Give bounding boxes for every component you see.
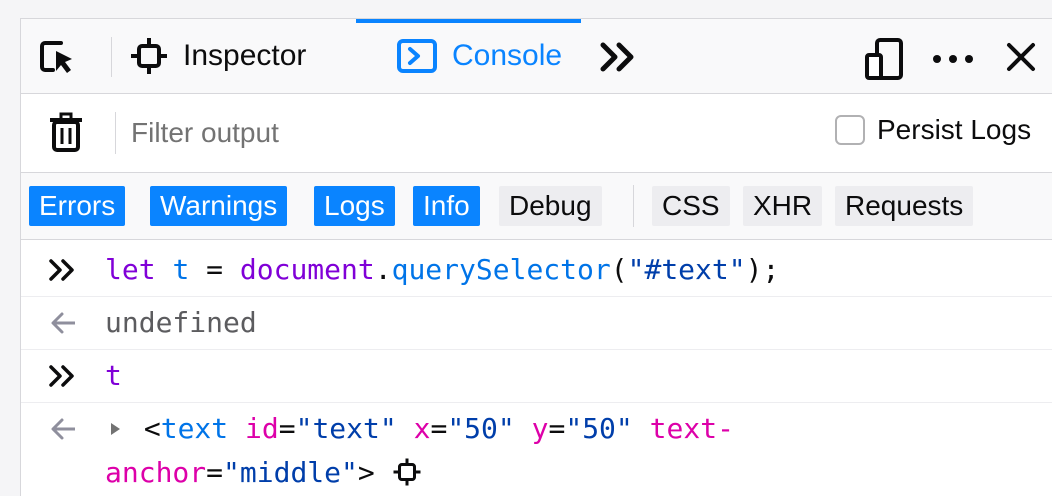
filter-separator <box>115 112 116 154</box>
element-node-line: anchor="middle"> <box>105 451 734 495</box>
console-result-line: undefined <box>21 297 1052 350</box>
element-node-result[interactable]: <text id="text" x="50" y="50" text- anch… <box>105 403 734 495</box>
result-indicator <box>21 403 105 455</box>
console-icon <box>397 39 437 73</box>
options-menu-button[interactable] <box>929 41 977 77</box>
responsive-design-icon <box>865 38 903 80</box>
expand-triangle-icon[interactable] <box>105 419 127 439</box>
close-devtools-button[interactable] <box>1001 37 1041 77</box>
trash-icon <box>50 112 82 152</box>
arrow-left-icon <box>51 418 75 440</box>
input-prompt <box>21 244 105 296</box>
input-prompt <box>21 350 105 402</box>
devtools-toolbar: Inspector Console <box>21 19 1052 94</box>
inspector-icon <box>131 38 167 74</box>
filter-errors-button[interactable]: Errors <box>29 186 126 226</box>
tab-label: Console <box>452 39 563 72</box>
persist-logs-checkbox[interactable] <box>835 115 865 145</box>
result-indicator <box>21 297 105 349</box>
persist-logs-label: Persist Logs <box>877 114 1032 145</box>
filter-requests-button[interactable]: Requests <box>835 186 974 226</box>
console-output: let t = document.querySelector("#text");… <box>21 240 1052 496</box>
devtools-panel: Inspector Console Filter output Persist … <box>20 18 1052 496</box>
element-picker-button[interactable] <box>37 37 77 77</box>
double-chevron-right-icon <box>49 259 74 281</box>
tab-inspector[interactable]: Inspector <box>129 19 306 93</box>
double-chevron-right-icon <box>49 365 74 387</box>
tab-console[interactable]: Console <box>356 19 581 93</box>
element-node-line: <text id="text" x="50" y="50" text- <box>105 407 734 451</box>
persist-logs-toggle[interactable]: Persist Logs <box>835 114 1031 146</box>
clear-console-button[interactable] <box>49 112 83 157</box>
element-picker-icon <box>40 41 72 73</box>
filter-info-button[interactable]: Info <box>413 186 480 226</box>
arrow-left-icon <box>51 312 75 334</box>
double-chevron-right-icon <box>600 42 634 72</box>
level-filter-bar: Errors Warnings Logs Info Debug CSS XHR … <box>21 173 1052 240</box>
input-code: let t = document.querySelector("#text"); <box>105 253 780 286</box>
filter-debug-button[interactable]: Debug <box>499 186 602 226</box>
select-element-icon[interactable] <box>392 457 422 487</box>
ellipsis-icon <box>933 55 973 63</box>
console-input-line: t <box>21 350 1052 403</box>
filter-xhr-button[interactable]: XHR <box>743 186 823 226</box>
filter-output-input[interactable] <box>129 108 813 158</box>
toolbar-separator <box>111 37 112 77</box>
console-result-line: <text id="text" x="50" y="50" text- anch… <box>21 403 1052 495</box>
active-tab-indicator <box>356 19 581 23</box>
filter-css-button[interactable]: CSS <box>652 186 730 226</box>
close-icon <box>1007 43 1035 71</box>
tab-label: Inspector <box>183 39 307 72</box>
more-tools-button[interactable] <box>599 39 639 75</box>
filter-warnings-button[interactable]: Warnings <box>150 186 288 226</box>
input-code: t <box>105 359 122 392</box>
result-value: undefined <box>105 306 257 339</box>
level-separator <box>633 185 634 227</box>
filter-logs-button[interactable]: Logs <box>314 186 395 226</box>
filter-bar: Persist Logs <box>21 94 1052 173</box>
console-input-line: let t = document.querySelector("#text"); <box>21 244 1052 297</box>
responsive-design-button[interactable] <box>863 37 907 81</box>
